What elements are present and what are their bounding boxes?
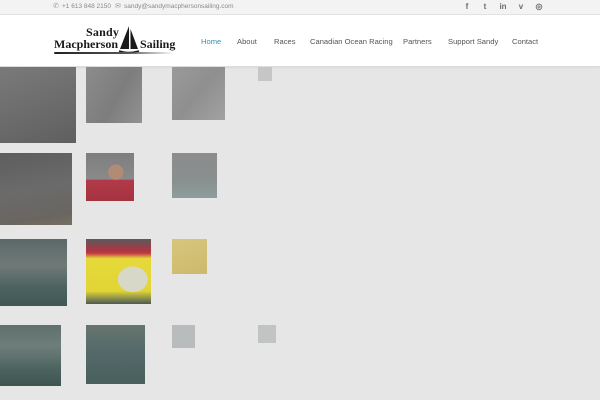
envelope-icon: ✉ bbox=[115, 3, 121, 10]
hero-tile bbox=[172, 153, 217, 198]
hero-tile bbox=[172, 239, 207, 274]
nav-canadian-ocean-racing[interactable]: Canadian Ocean Racing bbox=[310, 35, 393, 49]
hero-tile bbox=[0, 153, 72, 225]
hero-tile bbox=[0, 67, 76, 143]
facebook-icon[interactable]: f bbox=[462, 2, 472, 12]
nav-partners[interactable]: Partners bbox=[403, 35, 432, 49]
hero-tile bbox=[86, 67, 142, 123]
nav-home[interactable]: Home bbox=[201, 35, 221, 49]
vimeo-icon[interactable]: v bbox=[516, 2, 526, 12]
hero-tile bbox=[172, 67, 225, 120]
instagram-icon[interactable]: ◎ bbox=[534, 2, 544, 12]
social-links: f t in v ◎ bbox=[462, 2, 544, 12]
nav-races[interactable]: Races bbox=[274, 35, 296, 49]
nav-about[interactable]: About bbox=[237, 35, 257, 49]
contact-phone[interactable]: ✆ +1 613 848 2150 bbox=[53, 1, 111, 13]
linkedin-icon[interactable]: in bbox=[498, 2, 508, 12]
hero-tile bbox=[86, 153, 134, 201]
top-bar: ✆ +1 613 848 2150 ✉ sandy@sandymacphersons… bbox=[0, 0, 600, 15]
logo-swoosh bbox=[54, 52, 174, 54]
hero-tile bbox=[86, 239, 151, 304]
hero-tile bbox=[258, 325, 276, 343]
nav-support-sandy[interactable]: Support Sandy bbox=[448, 35, 498, 49]
hero-tile bbox=[0, 239, 67, 306]
hero-tile bbox=[0, 325, 61, 386]
twitter-icon[interactable]: t bbox=[480, 2, 490, 12]
hero-tile bbox=[86, 325, 145, 384]
contact-email[interactable]: ✉ sandy@sandymacphersonsailing.com bbox=[115, 1, 234, 13]
phone-text: +1 613 848 2150 bbox=[62, 3, 111, 10]
main-header: Sandy Macpherson Sailing Home About Race… bbox=[0, 15, 600, 67]
hero-tile bbox=[258, 67, 272, 81]
email-text: sandy@sandymacphersonsailing.com bbox=[124, 3, 234, 10]
hero-tile bbox=[172, 325, 195, 348]
main-navigation: Home About Races Canadian Ocean Racing P… bbox=[0, 35, 600, 49]
nav-contact[interactable]: Contact bbox=[512, 35, 538, 49]
phone-icon: ✆ bbox=[53, 3, 59, 10]
